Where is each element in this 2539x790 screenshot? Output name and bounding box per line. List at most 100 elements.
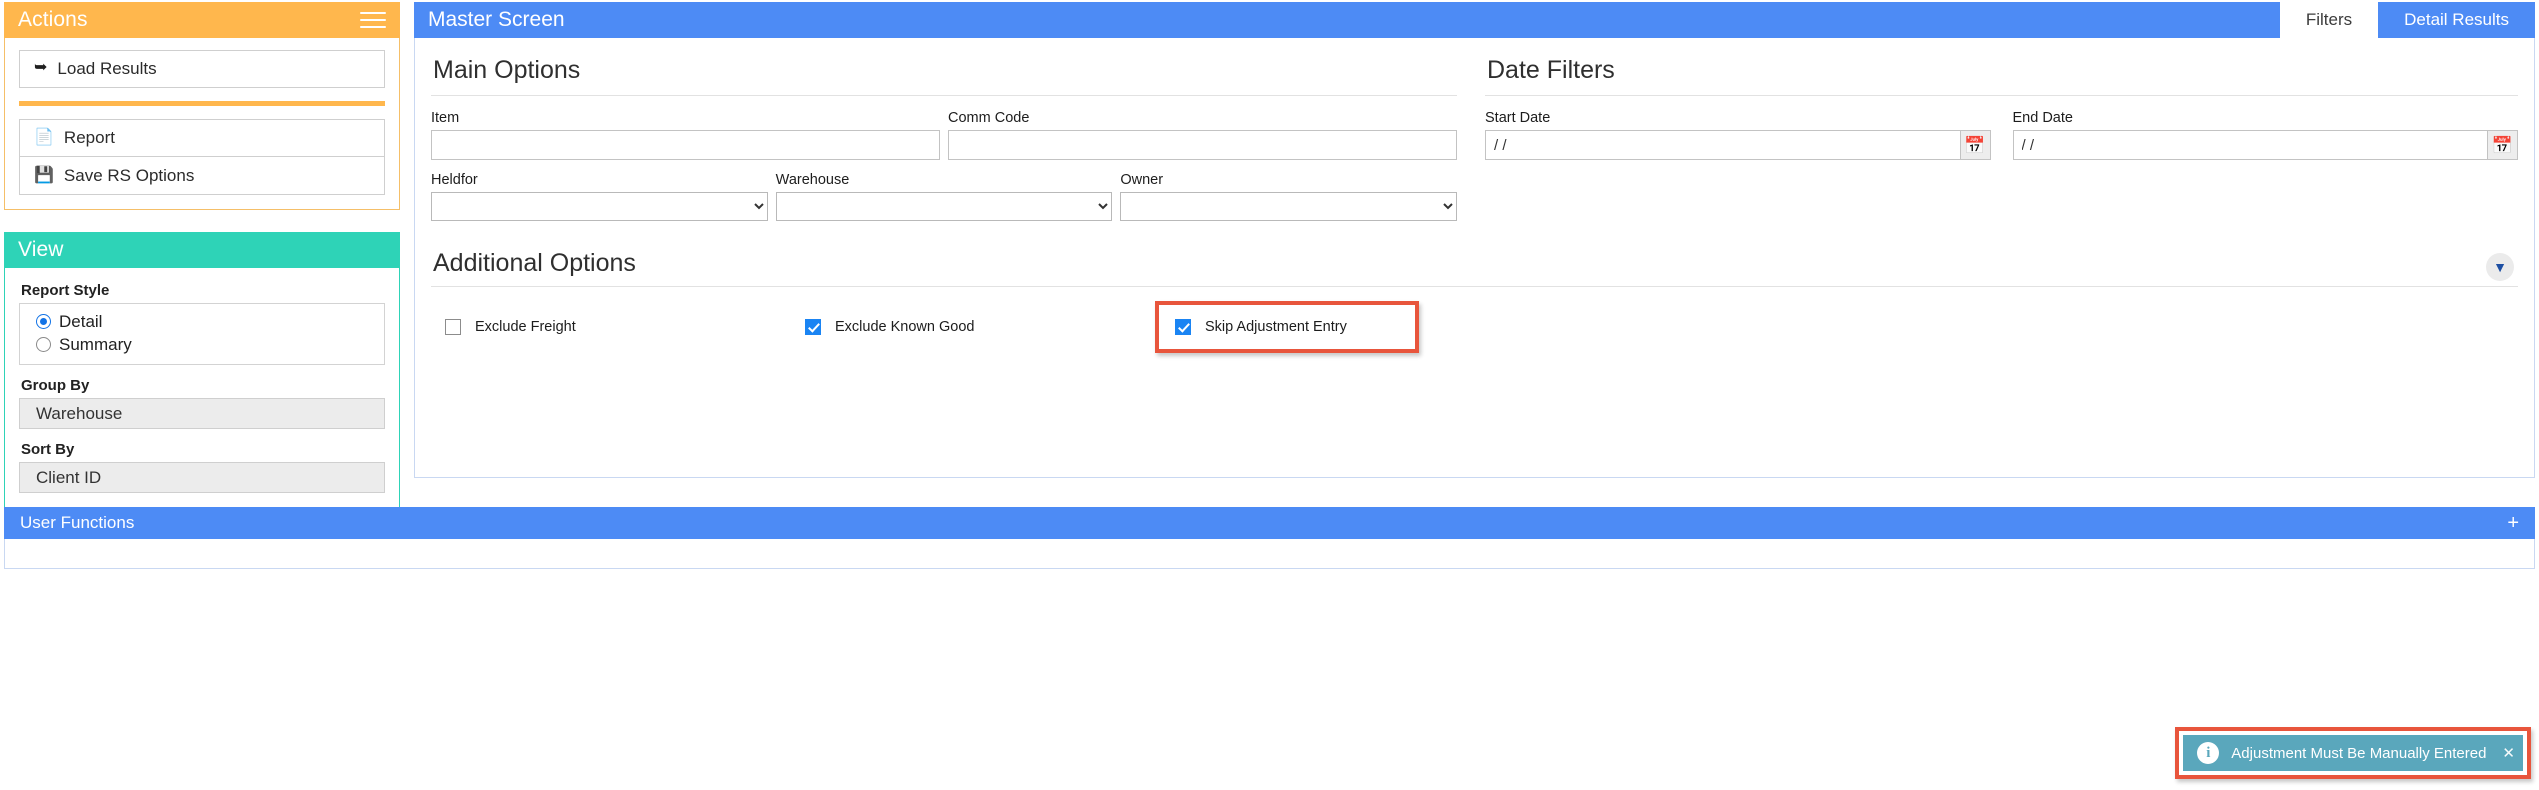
save-rs-options-label: Save RS Options — [63, 165, 195, 185]
left-sidebar: Actions ➥ Load Results 📄 Report 💾 Save R… — [4, 2, 400, 510]
additional-options-rule — [431, 286, 2518, 287]
radio-summary-label: Summary — [59, 334, 132, 354]
radio-summary-icon[interactable] — [36, 337, 51, 352]
end-date-wrapper: 📅 — [2012, 130, 2518, 160]
report-style-group: Detail Summary — [19, 303, 385, 365]
skip-adjustment-entry-checkbox-icon[interactable] — [1175, 319, 1191, 335]
heldfor-select[interactable] — [431, 192, 768, 221]
chevron-down-icon[interactable]: ▼ — [2486, 253, 2514, 281]
warehouse-field-group: Warehouse — [775, 172, 1113, 221]
master-screen-title: Master Screen — [428, 8, 565, 31]
sort-by-label: Sort By — [21, 441, 75, 458]
floppy-disk-icon: 💾 — [34, 166, 54, 184]
master-screen-body: Main Options Item Comm Code Heldfor Ware… — [414, 38, 2535, 478]
end-date-input[interactable] — [2012, 130, 2487, 160]
warehouse-select[interactable] — [775, 192, 1113, 221]
checkbox-skip-adjustment-entry[interactable]: Skip Adjustment Entry — [1175, 319, 1405, 335]
hamburger-icon[interactable] — [360, 12, 386, 28]
sort-by-value: Client ID — [36, 467, 102, 487]
checkbox-exclude-known-good[interactable]: Exclude Known Good — [805, 319, 1155, 335]
actions-panel-title: Actions — [18, 8, 88, 31]
actions-panel-body: ➥ Load Results 📄 Report 💾 Save RS Option… — [4, 38, 400, 210]
report-label: Report — [63, 128, 115, 147]
tab-filters-label: Filters — [2305, 10, 2353, 29]
info-icon: i — [2197, 742, 2220, 764]
actions-divider — [19, 101, 385, 106]
skip-adjustment-entry-highlight: Skip Adjustment Entry — [1155, 301, 1419, 353]
master-screen-panel: Master Screen Filters Detail Results Mai… — [414, 2, 2535, 478]
date-filters-rule — [1485, 95, 2518, 96]
main-options-title: Main Options — [433, 56, 581, 84]
main-options-dropdown-row: Heldfor Warehouse Owner — [431, 172, 1458, 221]
start-date-label: Start Date — [1485, 110, 1551, 126]
heldfor-field-group: Heldfor — [431, 172, 768, 221]
exclude-freight-checkbox-icon[interactable] — [445, 319, 461, 335]
view-panel-body: Report Style Detail Summary Group By War… — [4, 268, 400, 510]
view-panel: View Report Style Detail Summary Group B… — [4, 232, 400, 510]
main-options-rule — [431, 95, 1457, 96]
load-results-button[interactable]: ➥ Load Results — [19, 50, 385, 88]
tab-filters[interactable]: Filters — [2279, 2, 2379, 38]
owner-label: Owner — [1120, 172, 1164, 188]
heldfor-label: Heldfor — [431, 172, 478, 188]
user-functions-body — [4, 539, 2535, 569]
additional-options-checkbox-row: Exclude Freight Exclude Known Good Skip … — [431, 301, 2518, 353]
date-filters-title: Date Filters — [1487, 56, 1615, 84]
sort-by-field[interactable]: Client ID — [19, 462, 385, 493]
end-date-calendar-button[interactable]: 📅 — [2487, 130, 2518, 160]
actions-panel: Actions ➥ Load Results 📄 Report 💾 Save R… — [4, 2, 400, 210]
report-button[interactable]: 📄 Report — [19, 119, 385, 157]
toast-notification: i Adjustment Must Be Manually Entered ✕ — [2183, 735, 2523, 771]
view-panel-header: View — [4, 232, 400, 268]
user-functions-header: User Functions + — [4, 507, 2535, 539]
radio-option-detail[interactable]: Detail — [36, 310, 374, 333]
document-icon: 📄 — [34, 129, 54, 146]
exclude-freight-label: Exclude Freight — [475, 319, 576, 335]
date-filters-section: Date Filters Start Date 📅 — [1481, 54, 2518, 221]
application-root: Actions ➥ Load Results 📄 Report 💾 Save R… — [0, 0, 2539, 790]
user-functions-panel: User Functions + — [4, 507, 2535, 569]
owner-select[interactable] — [1120, 192, 1458, 221]
group-by-field[interactable]: Warehouse — [19, 398, 385, 429]
comm-code-input[interactable] — [948, 130, 1457, 160]
item-label: Item — [431, 110, 460, 126]
toast-message: Adjustment Must Be Manually Entered — [2231, 744, 2487, 762]
save-rs-options-button[interactable]: 💾 Save RS Options — [19, 157, 385, 195]
comm-code-field-group: Comm Code — [948, 110, 1457, 160]
radio-detail-icon[interactable] — [36, 314, 51, 329]
calendar-icon: 📅 — [1964, 135, 1986, 155]
tab-detail-results[interactable]: Detail Results — [2378, 2, 2535, 38]
main-options-section: Main Options Item Comm Code Heldfor Ware… — [431, 54, 1481, 221]
master-screen-tabs: Filters Detail Results — [2279, 2, 2535, 38]
close-icon[interactable]: ✕ — [2498, 744, 2515, 762]
additional-options-header: Additional Options ▼ — [431, 247, 2518, 286]
calendar-icon: 📅 — [2491, 135, 2514, 155]
start-date-input[interactable] — [1485, 130, 1960, 160]
start-date-field-group: Start Date 📅 — [1485, 110, 1991, 160]
radio-option-summary[interactable]: Summary — [36, 333, 374, 356]
owner-field-group: Owner — [1120, 172, 1458, 221]
main-options-text-row: Item Comm Code — [431, 110, 1457, 160]
start-date-wrapper: 📅 — [1485, 130, 1991, 160]
additional-options-title: Additional Options — [433, 249, 636, 277]
exclude-known-good-checkbox-icon[interactable] — [805, 319, 821, 335]
start-date-calendar-button[interactable]: 📅 — [1959, 130, 1991, 160]
actions-panel-header: Actions — [4, 2, 400, 38]
tab-detail-results-label: Detail Results — [2404, 10, 2509, 29]
load-results-label: Load Results — [57, 59, 157, 78]
warehouse-label: Warehouse — [775, 172, 850, 188]
plus-icon[interactable]: + — [2507, 513, 2519, 533]
user-functions-title: User Functions — [20, 513, 135, 532]
item-input[interactable] — [431, 130, 940, 160]
checkbox-exclude-freight[interactable]: Exclude Freight — [431, 319, 805, 335]
comm-code-label: Comm Code — [948, 110, 1030, 126]
skip-adjustment-entry-label: Skip Adjustment Entry — [1205, 319, 1347, 335]
toast-highlight: i Adjustment Must Be Manually Entered ✕ — [2175, 727, 2531, 779]
exclude-known-good-label: Exclude Known Good — [835, 319, 975, 335]
group-by-label: Group By — [21, 377, 90, 394]
radio-detail-label: Detail — [59, 311, 103, 331]
end-date-field-group: End Date 📅 — [2012, 110, 2518, 160]
item-field-group: Item — [431, 110, 940, 160]
end-date-label: End Date — [2012, 110, 2073, 126]
date-filters-row: Start Date 📅 End Date — [1485, 110, 2518, 160]
